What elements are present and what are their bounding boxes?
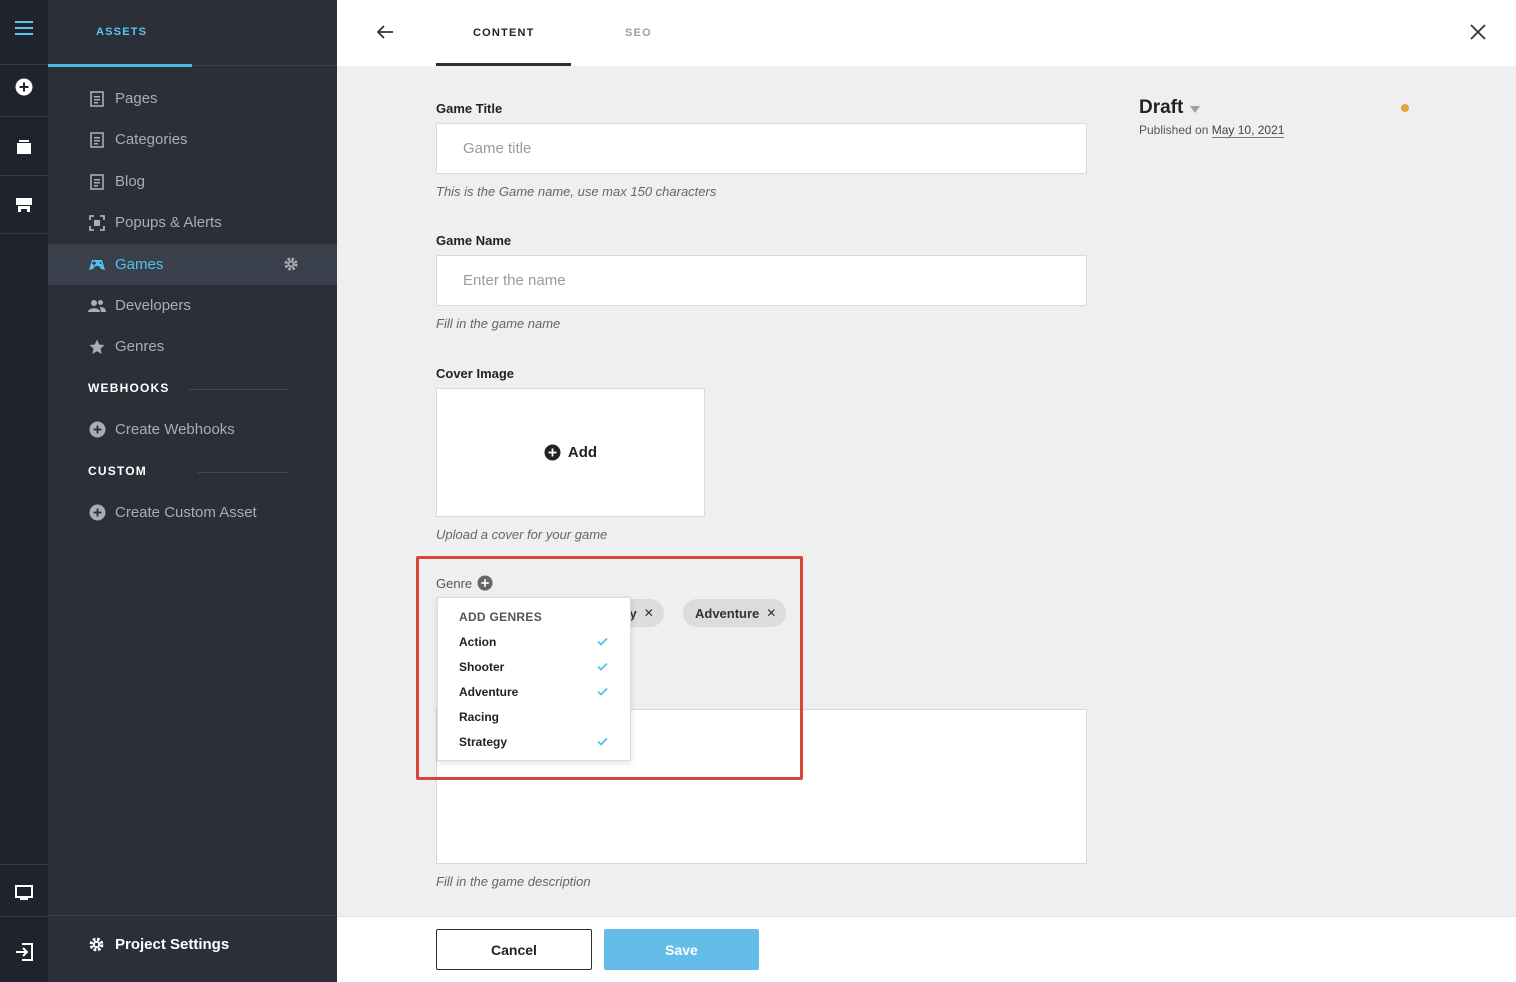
plus-circle-icon[interactable] [0,72,48,102]
status-dot [1401,104,1409,112]
game-title-input[interactable] [436,123,1087,174]
sidebar-item-popups-alerts[interactable]: Popups & Alerts [48,202,337,243]
cover-image-upload[interactable]: Add [436,388,705,517]
gear-icon[interactable] [283,256,299,276]
monitor-icon[interactable] [0,878,48,908]
game-name-hint: Fill in the game name [436,316,561,331]
star-icon [88,338,106,356]
sidebar-item-label: Genres [115,338,165,355]
archive-icon[interactable] [0,132,48,162]
page-icon [88,173,106,191]
sidebar-item-label: Blog [115,173,146,190]
sidebar-item-developers[interactable]: Developers [48,285,337,326]
close-icon[interactable] [1468,22,1488,47]
sidebar-header: ASSETS [48,0,337,67]
published-date[interactable]: May 10, 2021 [1211,123,1285,138]
cover-add-button[interactable]: Add [544,444,597,461]
rail-divider [0,916,48,917]
save-button[interactable]: Save [604,929,759,970]
rail-divider [0,175,48,176]
create-custom-asset-button[interactable]: Create Custom Asset [48,492,337,533]
plus-circle-icon [544,444,561,461]
rail-divider [0,864,48,865]
game-name-input[interactable] [436,255,1087,306]
back-arrow-icon[interactable] [375,22,395,47]
sidebar-item-games[interactable]: Games [48,244,337,285]
published-prefix: Published on [1139,123,1209,137]
plus-circle-icon [88,504,106,522]
page-icon [88,131,106,149]
highlight-box [416,556,803,780]
sidebar-item-pages[interactable]: Pages [48,78,337,119]
sidebar-item-label: Categories [115,131,188,148]
project-settings-label: Project Settings [115,936,230,953]
layout-icon[interactable] [0,190,48,220]
create-custom-asset-label: Create Custom Asset [115,504,257,521]
cancel-button[interactable]: Cancel [436,929,592,970]
divider [198,472,288,473]
sidebar-item-label: Popups & Alerts [115,214,222,231]
project-settings-button[interactable]: Project Settings [88,936,229,953]
top-bar: CONTENT SEO [337,0,1516,66]
popup-icon [88,214,106,232]
webhooks-section-title: WEBHOOKS [88,381,170,395]
active-tab-underline [436,63,571,66]
game-title-hint: This is the Game name, use max 150 chara… [436,184,717,199]
game-name-label: Game Name [436,233,512,248]
sidebar-item-label: Pages [115,90,158,107]
status-dropdown[interactable]: Draft [1139,97,1201,119]
sidebar-item-label: Developers [115,297,191,314]
caret-down-icon [1190,106,1201,113]
gamepad-icon [88,256,106,274]
tab-seo[interactable]: SEO [625,27,652,39]
footer-bar: Cancel Save [337,916,1516,982]
status-label: Draft [1139,97,1184,118]
cover-image-hint: Upload a cover for your game [436,527,608,542]
sidebar-item-categories[interactable]: Categories [48,119,337,160]
assets-tab[interactable]: ASSETS [96,26,147,38]
sidebar: ASSETS Pages Categories Blog Popups & Al… [48,0,337,982]
icon-rail [0,0,48,982]
create-webhooks-button[interactable]: Create Webhooks [48,409,337,450]
gear-icon [88,936,105,953]
plus-circle-icon [88,421,106,439]
game-title-label: Game Title [436,101,503,116]
cover-image-label: Cover Image [436,366,515,381]
rail-divider [0,116,48,117]
divider [189,389,288,390]
sidebar-item-label: Games [115,256,164,273]
menu-icon[interactable] [0,10,48,46]
published-info: Published on May 10, 2021 [1139,123,1285,138]
custom-section-title: CUSTOM [88,464,147,478]
sidebar-item-genres[interactable]: Genres [48,326,337,367]
page-icon [88,90,106,108]
create-webhooks-label: Create Webhooks [115,421,235,438]
tab-content[interactable]: CONTENT [473,27,535,39]
description-hint: Fill in the game description [436,874,591,889]
rail-divider [0,233,48,234]
cover-add-label: Add [567,444,598,461]
divider [48,915,337,916]
assets-tab-underline [48,64,192,67]
users-icon [88,297,106,315]
logout-icon[interactable] [0,937,48,967]
rail-divider [0,64,48,65]
sidebar-item-blog[interactable]: Blog [48,161,337,202]
